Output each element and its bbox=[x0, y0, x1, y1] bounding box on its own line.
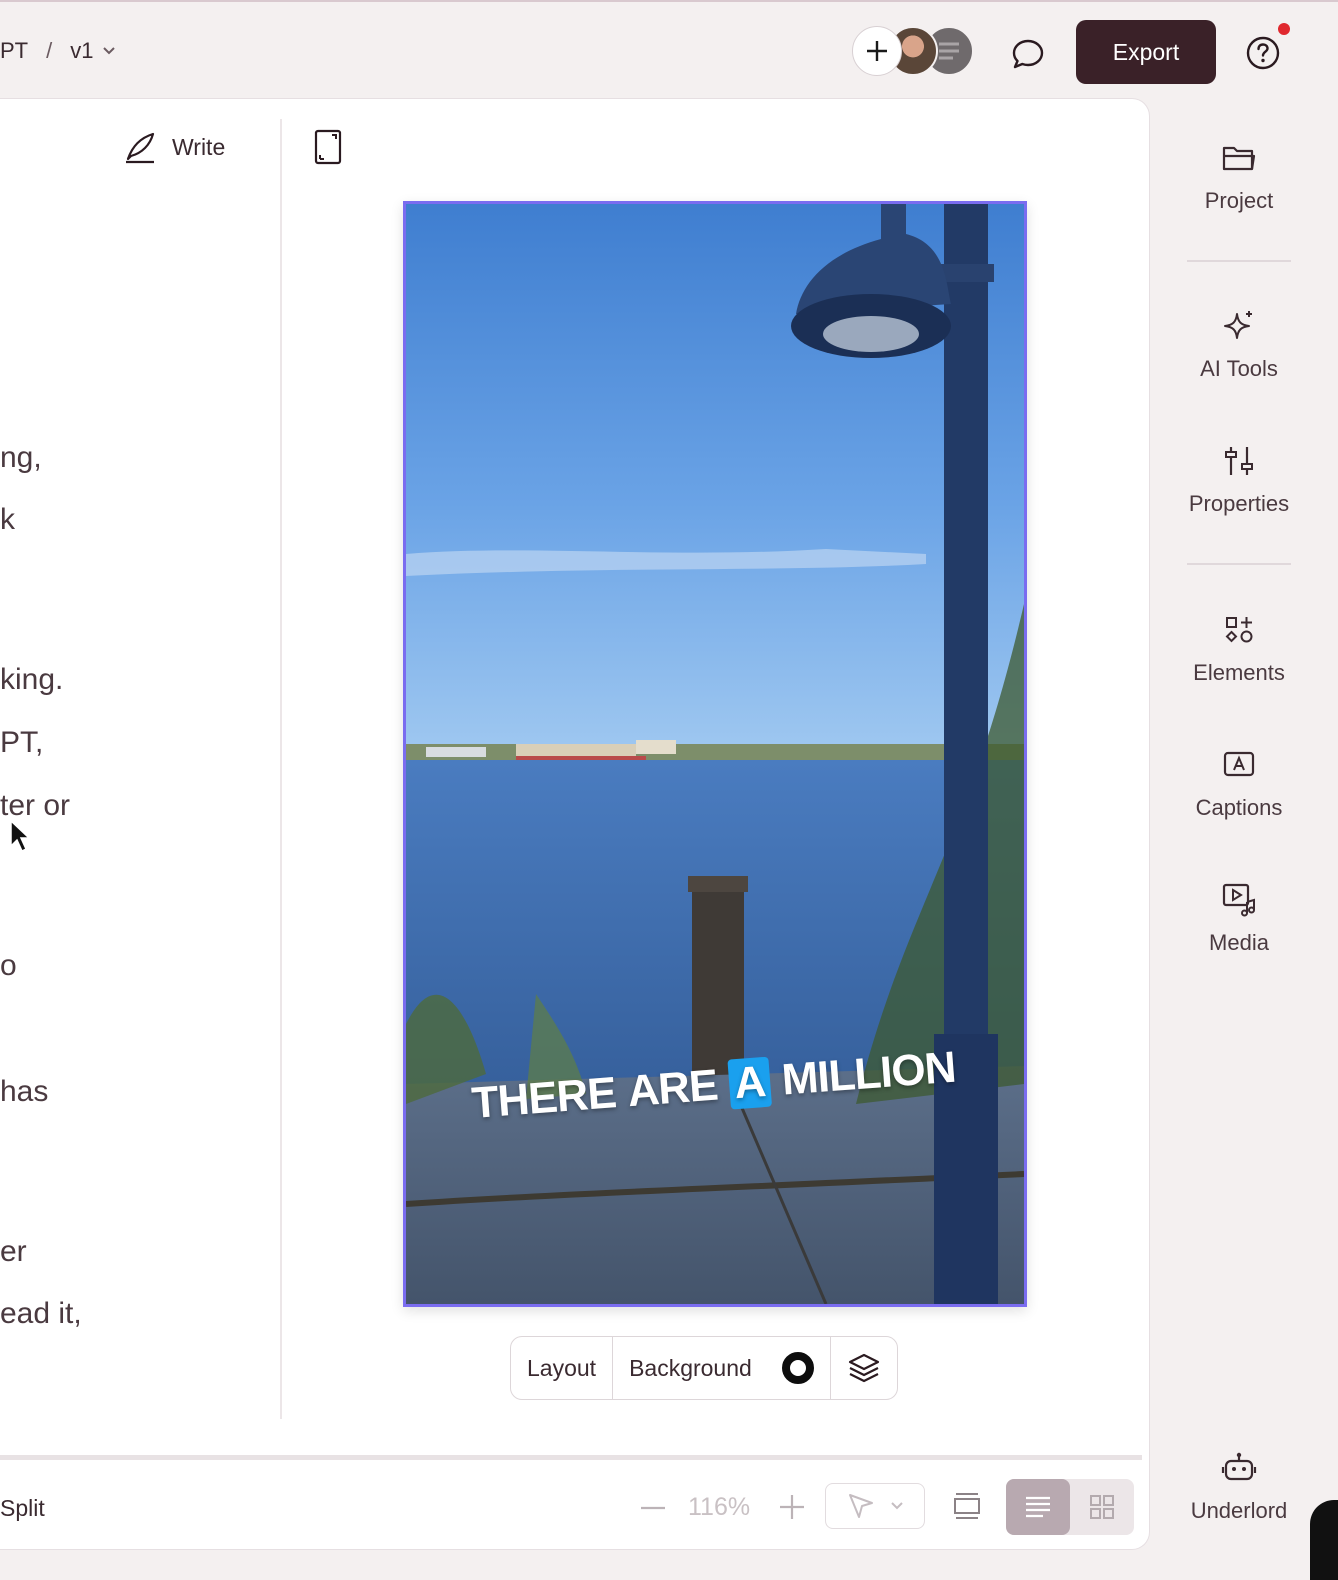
captions-icon bbox=[1221, 747, 1257, 783]
video-canvas[interactable]: THERE ARE A MILLION bbox=[403, 201, 1027, 1307]
rail-item-ai-tools[interactable]: AI Tools bbox=[1150, 308, 1328, 382]
rail-label: AI Tools bbox=[1200, 356, 1278, 381]
chevron-down-icon bbox=[891, 1502, 903, 1510]
timeline-divider bbox=[0, 1455, 1142, 1460]
window-corner bbox=[1310, 1500, 1338, 1580]
plus-icon bbox=[867, 41, 887, 61]
editor-panel: Write ng, k king. PT, ter or o has er ea… bbox=[0, 98, 1150, 1550]
right-rail: Project AI Tools Properties Elements Cap… bbox=[1150, 98, 1328, 1550]
rail-separator bbox=[1187, 563, 1291, 565]
chevron-down-icon bbox=[102, 47, 115, 55]
zoom-out-button[interactable] bbox=[640, 1495, 666, 1521]
script-text-line[interactable]: king. bbox=[0, 663, 63, 697]
rail-label: Captions bbox=[1195, 795, 1283, 820]
write-mode-button[interactable]: Write bbox=[122, 129, 225, 165]
script-text-line[interactable]: o bbox=[0, 949, 17, 983]
rail-item-underlord[interactable]: Underlord bbox=[1150, 1450, 1328, 1524]
rail-item-elements[interactable]: Elements bbox=[1150, 612, 1328, 686]
robot-icon bbox=[1221, 1450, 1257, 1486]
panel-divider bbox=[280, 119, 282, 1419]
grid-icon bbox=[1090, 1495, 1114, 1519]
comment-icon bbox=[1012, 39, 1044, 69]
aspect-ratio-icon[interactable] bbox=[312, 129, 344, 165]
list-view-button[interactable] bbox=[1006, 1479, 1070, 1535]
rail-item-captions[interactable]: Captions bbox=[1150, 747, 1328, 821]
script-text-line[interactable]: ng, bbox=[0, 441, 42, 475]
zoom-in-button[interactable] bbox=[778, 1493, 806, 1521]
view-toggle bbox=[1006, 1479, 1134, 1535]
notification-dot bbox=[1278, 23, 1290, 35]
split-button[interactable]: Split bbox=[0, 1495, 45, 1522]
layers-icon bbox=[848, 1353, 879, 1383]
shapes-icon bbox=[1221, 612, 1257, 648]
video-frame-image bbox=[406, 204, 1024, 1304]
background-button[interactable]: Background bbox=[613, 1337, 831, 1399]
rail-separator bbox=[1187, 260, 1291, 262]
top-bar: PT / v1 Export bbox=[0, 0, 1338, 100]
version-dropdown[interactable]: v1 bbox=[70, 38, 115, 64]
collaborators bbox=[852, 26, 974, 76]
minus-icon bbox=[641, 1506, 665, 1510]
plus-icon bbox=[780, 1495, 804, 1519]
pointer-tool-dropdown[interactable] bbox=[825, 1483, 925, 1529]
caption-word-highlighted: A bbox=[727, 1056, 772, 1110]
layout-label: Layout bbox=[527, 1354, 597, 1381]
script-text-line[interactable]: er bbox=[0, 1235, 27, 1269]
caption-word: ARE bbox=[625, 1060, 720, 1117]
lines-icon bbox=[939, 42, 959, 60]
help-icon bbox=[1246, 36, 1280, 70]
media-icon bbox=[1221, 882, 1257, 918]
export-button[interactable]: Export bbox=[1076, 20, 1216, 84]
comments-button[interactable] bbox=[1006, 32, 1050, 76]
script-text-line[interactable]: ter or bbox=[0, 789, 70, 823]
mouse-cursor-icon bbox=[10, 819, 31, 853]
script-text-line[interactable]: has bbox=[0, 1075, 48, 1109]
sparkle-icon bbox=[1221, 308, 1257, 344]
rail-label: Project bbox=[1204, 188, 1274, 213]
version-label: v1 bbox=[70, 38, 94, 63]
breadcrumb-separator: / bbox=[46, 38, 53, 63]
rail-label: Underlord bbox=[1190, 1498, 1288, 1523]
rail-label: Elements bbox=[1193, 660, 1285, 685]
layers-button[interactable] bbox=[831, 1337, 897, 1399]
script-text-line[interactable]: PT, bbox=[0, 726, 43, 760]
fit-to-screen-icon[interactable] bbox=[952, 1491, 982, 1521]
cursor-arrow-icon bbox=[849, 1494, 873, 1518]
folder-icon bbox=[1221, 140, 1257, 176]
rail-item-media[interactable]: Media bbox=[1150, 882, 1328, 956]
grid-view-button[interactable] bbox=[1070, 1479, 1134, 1535]
rail-label: Media bbox=[1209, 930, 1269, 955]
canvas-toolbar: Layout Background bbox=[510, 1336, 898, 1400]
rail-label: Properties bbox=[1188, 491, 1290, 516]
background-label: Background bbox=[629, 1354, 752, 1381]
layout-button[interactable]: Layout bbox=[511, 1337, 614, 1399]
help-button[interactable] bbox=[1242, 32, 1284, 74]
list-icon bbox=[1026, 1496, 1050, 1518]
script-text-line[interactable]: k bbox=[0, 503, 15, 537]
rail-item-project[interactable]: Project bbox=[1150, 140, 1328, 214]
rail-item-properties[interactable]: Properties bbox=[1150, 443, 1328, 517]
write-label: Write bbox=[172, 133, 226, 160]
quill-icon bbox=[126, 132, 155, 164]
breadcrumb-project[interactable]: PT bbox=[0, 38, 28, 64]
zoom-level: 116% bbox=[688, 1493, 751, 1521]
background-color-swatch[interactable] bbox=[781, 1352, 814, 1384]
add-collaborator-button[interactable] bbox=[852, 26, 902, 76]
script-text-line[interactable]: ead it, bbox=[0, 1297, 82, 1331]
sliders-icon bbox=[1221, 443, 1257, 479]
breadcrumb: PT / v1 bbox=[0, 38, 116, 64]
